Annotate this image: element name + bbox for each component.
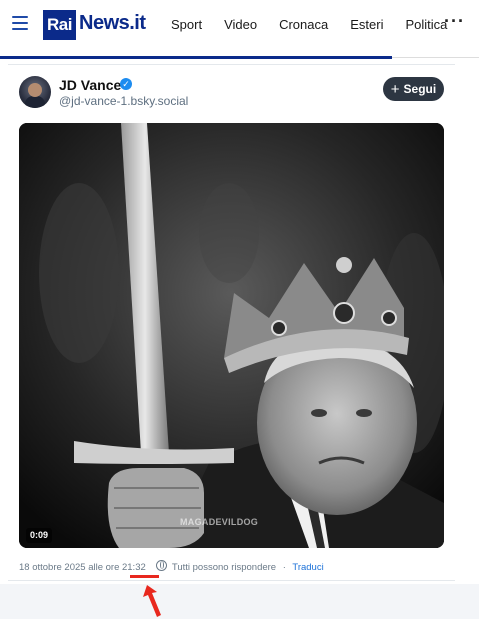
- nav-item-sport[interactable]: Sport: [171, 17, 202, 32]
- post-video[interactable]: [19, 123, 444, 548]
- video-duration-badge: 0:09: [26, 528, 53, 543]
- video-watermark: MAGADEVILDOG: [180, 517, 259, 527]
- annotation-underline: [130, 575, 159, 578]
- page-bottom-strip: [0, 584, 479, 619]
- hamburger-menu-icon[interactable]: [12, 16, 28, 30]
- author-avatar[interactable]: [19, 76, 51, 108]
- reply-permission: Tutti possono rispondere: [171, 562, 277, 573]
- rai-logo[interactable]: Rai: [43, 10, 76, 40]
- nav-active-indicator: [0, 56, 392, 59]
- video-frame-image: [19, 123, 444, 548]
- follow-button-label: Segui: [403, 82, 437, 96]
- news-logo-text[interactable]: News.it: [79, 12, 146, 35]
- nav-item-politica[interactable]: Politica: [405, 17, 447, 32]
- nav-item-cronaca[interactable]: Cronaca: [279, 17, 328, 32]
- top-navigation-bar: Rai News.it Sport Video Cronaca Esteri P…: [0, 0, 479, 59]
- nav-item-esteri[interactable]: Esteri: [350, 17, 383, 32]
- translate-link[interactable]: Traduci: [292, 562, 323, 573]
- post-meta: 18 ottobre 2025 alle ore 21:32 Tutti pos…: [19, 560, 324, 573]
- globe-icon: [156, 560, 168, 571]
- more-menu-icon[interactable]: ···: [444, 11, 465, 32]
- nav-divider: [392, 57, 479, 58]
- plus-icon: +: [390, 80, 400, 98]
- main-nav: Sport Video Cronaca Esteri Politica: [171, 17, 469, 32]
- author-name[interactable]: JD Vance: [59, 77, 121, 93]
- follow-button[interactable]: + Segui: [383, 77, 444, 101]
- post-bottom-border: [8, 580, 455, 581]
- verified-badge-icon: ✓: [120, 78, 132, 90]
- post-timestamp[interactable]: 18 ottobre 2025 alle ore 21:32: [19, 562, 146, 573]
- meta-separator: ·: [282, 562, 286, 573]
- author-handle[interactable]: @jd-vance-1.bsky.social: [59, 94, 188, 108]
- annotation-arrow-icon: [143, 585, 161, 617]
- nav-item-video[interactable]: Video: [224, 17, 257, 32]
